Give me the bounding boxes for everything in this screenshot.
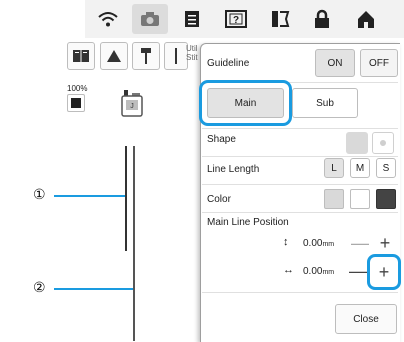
svg-text:?: ?: [233, 15, 239, 26]
stitch-line: [133, 146, 135, 341]
stitch-icon: [175, 48, 177, 64]
shape-line-button[interactable]: [346, 132, 368, 154]
main-line-position-label: Main Line Position: [207, 217, 289, 228]
vertical-arrow-icon: ↕: [283, 236, 289, 248]
vertical-plus-button[interactable]: +: [375, 233, 395, 253]
book-icon: [73, 50, 89, 62]
zoom-level: 100%: [67, 84, 88, 93]
plus-icon: +: [379, 232, 391, 253]
horizontal-value-number: 0.00: [303, 266, 323, 277]
presser-foot-icon: J: [120, 90, 144, 118]
needle-position-button[interactable]: [100, 42, 128, 70]
divider: [202, 184, 398, 185]
utility-stitch-button[interactable]: [164, 42, 188, 70]
shape-dot-button[interactable]: [372, 132, 394, 154]
color-light-gray-swatch[interactable]: [324, 189, 344, 209]
minus-icon: —: [349, 260, 367, 281]
vertical-minus-button[interactable]: —: [350, 233, 370, 253]
guideline-label: Guideline: [207, 58, 250, 69]
needle-mode-button[interactable]: [132, 42, 160, 70]
callout-1: ①: [33, 186, 46, 202]
close-button[interactable]: Close: [335, 304, 397, 334]
divider: [202, 156, 398, 157]
horizontal-plus-button[interactable]: +: [374, 262, 394, 282]
vertical-value: 0.00mm: [303, 238, 334, 249]
vertical-value-number: 0.00: [303, 238, 323, 249]
thread-color-indicator[interactable]: [67, 94, 85, 112]
length-s-button[interactable]: S: [376, 158, 396, 178]
plus-icon: +: [378, 261, 390, 282]
horizontal-minus-button[interactable]: —: [348, 261, 368, 281]
guideline-on-button[interactable]: ON: [315, 49, 355, 77]
minus-icon: —: [351, 232, 369, 253]
shape-label: Shape: [207, 134, 236, 145]
line-length-label: Line Length: [207, 164, 260, 175]
length-l-button[interactable]: L: [324, 158, 344, 178]
home-icon[interactable]: [348, 4, 384, 34]
color-dark-swatch[interactable]: [376, 189, 396, 209]
util-label-1: Util: [186, 44, 198, 53]
color-white-swatch[interactable]: [350, 189, 370, 209]
svg-text:J: J: [130, 103, 134, 110]
divider: [202, 292, 398, 293]
guideline-main: [125, 146, 127, 251]
color-square-icon: [71, 98, 81, 108]
tab-sub[interactable]: Sub: [292, 88, 358, 118]
camera-icon[interactable]: [132, 4, 168, 34]
document-icon[interactable]: [174, 4, 210, 34]
needle-icon: [141, 48, 151, 64]
tab-main[interactable]: Main: [207, 88, 284, 118]
length-m-button[interactable]: M: [350, 158, 370, 178]
triangle-icon: [107, 50, 121, 62]
wifi-icon[interactable]: [90, 4, 126, 34]
util-label-2: Stit: [186, 53, 198, 62]
pattern-button[interactable]: [67, 42, 95, 70]
divider: [202, 212, 398, 213]
horizontal-value: 0.00mm: [303, 266, 334, 277]
divider: [202, 128, 398, 129]
callout-2: ②: [33, 279, 46, 295]
color-label: Color: [207, 194, 231, 205]
lock-icon[interactable]: [304, 4, 340, 34]
callout-2-line: [54, 288, 133, 290]
horizontal-unit: mm: [322, 269, 335, 276]
utility-stitch-label: Util Stit: [186, 44, 198, 62]
dot-icon: [380, 140, 386, 146]
vertical-unit: mm: [322, 241, 335, 248]
horizontal-arrow-icon: ↔: [283, 264, 294, 276]
callout-1-line: [54, 195, 125, 197]
guideline-off-button[interactable]: OFF: [360, 49, 398, 77]
help-icon[interactable]: ?: [218, 4, 254, 34]
thread-icon[interactable]: [262, 4, 298, 34]
